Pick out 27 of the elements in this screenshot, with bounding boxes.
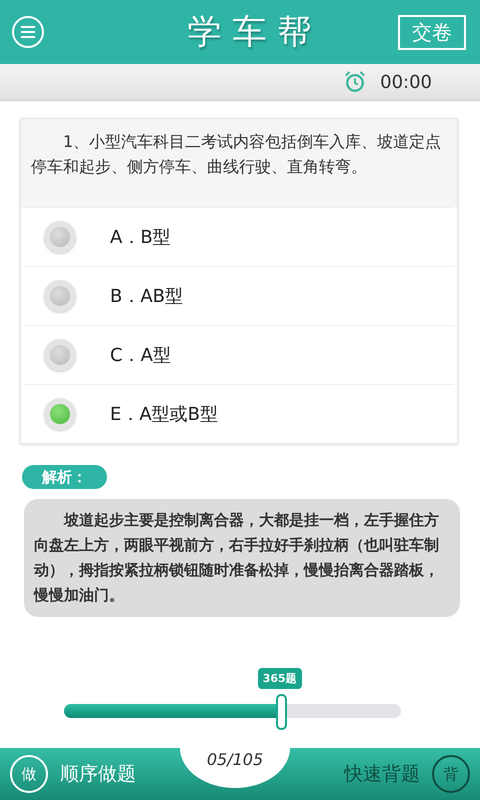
option-label: C．A型 bbox=[110, 344, 171, 367]
radio-button[interactable] bbox=[44, 280, 76, 312]
sequential-mode-button[interactable]: 顺序做题 bbox=[60, 761, 136, 787]
quick-review-icon[interactable]: 背 bbox=[432, 755, 470, 793]
sequential-mode-icon[interactable]: 做 bbox=[10, 755, 48, 793]
radio-button[interactable] bbox=[44, 339, 76, 371]
analysis-label: 解析： bbox=[22, 465, 107, 489]
progress-counter: 05/105 bbox=[206, 750, 264, 771]
app-title: 学 车 帮 bbox=[188, 11, 312, 54]
radio-button[interactable] bbox=[44, 398, 76, 430]
alarm-clock-icon bbox=[344, 70, 366, 94]
option-label: B．AB型 bbox=[110, 285, 184, 308]
radio-button[interactable] bbox=[44, 221, 76, 253]
slider-thumb[interactable] bbox=[276, 694, 287, 730]
question-text: 1、小型汽车科目二考试内容包括倒车入库、坡道定点停车和起步、侧方停车、曲线行驶、直角转弯。 bbox=[21, 119, 457, 207]
quick-review-button[interactable]: 快速背题 bbox=[344, 761, 420, 787]
slider-tooltip: 365题 bbox=[258, 668, 302, 689]
answer-option[interactable]: A．B型 bbox=[24, 207, 454, 266]
menu-icon[interactable] bbox=[11, 15, 45, 49]
answer-option[interactable]: E．A型或B型 bbox=[24, 384, 454, 443]
answer-option[interactable]: C．A型 bbox=[24, 325, 454, 384]
timer-text: 00:00 bbox=[380, 72, 432, 92]
option-label: E．A型或B型 bbox=[110, 403, 218, 426]
submit-button[interactable]: 交卷 bbox=[398, 14, 466, 50]
answer-option[interactable]: B．AB型 bbox=[24, 266, 454, 325]
option-label: A．B型 bbox=[110, 226, 171, 249]
analysis-text: 坡道起步主要是控制离合器，大都是挂一档，左手握住方向盘左上方，两眼平视前方，右手拉好手刹拉柄（也叫驻车制动），拇指按紧拉柄锁钮随时准备松掉，慢慢抬离合器踏板，慢慢加油门。 bbox=[24, 499, 460, 617]
